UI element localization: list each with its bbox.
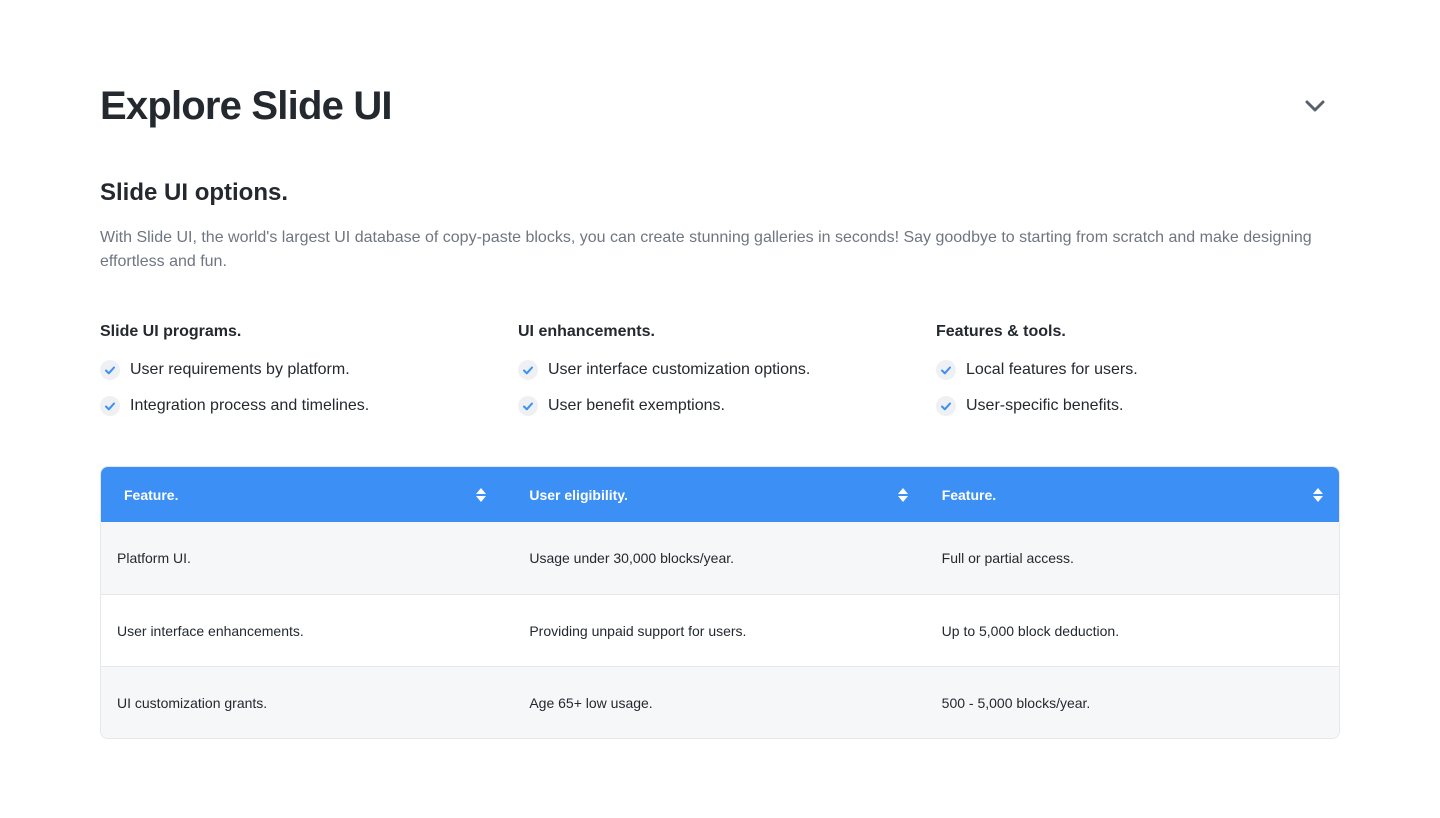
feature-list: User interface customization options. Us… [518, 358, 936, 418]
check-icon [518, 360, 538, 380]
table-cell: Age 65+ low usage. [529, 694, 653, 711]
feature-column-tools: Features & tools. Local features for use… [936, 320, 1354, 430]
column-header-label: Feature. [124, 486, 179, 503]
column-header-label: User eligibility. [529, 486, 628, 503]
table-cell: 500 - 5,000 blocks/year. [941, 694, 1091, 711]
feature-columns: Slide UI programs. User requirements by … [100, 320, 1360, 430]
feature-column-enhancements: UI enhancements. User interface customiz… [518, 320, 936, 430]
feature-item-label: User-specific benefits. [966, 397, 1124, 414]
sort-icon[interactable] [476, 487, 487, 502]
column-header-feature[interactable]: Feature. [101, 467, 513, 522]
column-header-label: Feature. [941, 486, 997, 503]
table-cell: Full or partial access. [941, 550, 1074, 566]
table-cell: Providing unpaid support for users. [529, 622, 747, 639]
sort-icon[interactable] [897, 487, 908, 502]
feature-item-label: User benefit exemptions. [548, 397, 725, 414]
table-body: Platform UI. Usage under 30,000 blocks/y… [101, 522, 1339, 738]
sort-icon[interactable] [1313, 487, 1323, 502]
check-icon [100, 396, 120, 416]
table-cell: Platform UI. [117, 550, 191, 566]
section-description: With Slide UI, the world's largest UI da… [100, 229, 1312, 270]
comparison-table: Feature. User eligibility. Feature. Plat… [100, 466, 1340, 739]
feature-item-label: User requirements by platform. [130, 361, 350, 378]
feature-column-heading: Features & tools. [936, 323, 1066, 340]
page-title: Explore Slide UI [100, 84, 393, 128]
feature-list: User requirements by platform. Integrati… [100, 358, 518, 418]
feature-column-heading: Slide UI programs. [100, 323, 242, 340]
check-icon [936, 396, 956, 416]
column-header-feature-2[interactable]: Feature. [926, 467, 1339, 522]
feature-item: User-specific benefits. [936, 394, 1354, 418]
feature-item: Local features for users. [936, 358, 1354, 382]
table-cell: Usage under 30,000 blocks/year. [529, 550, 735, 566]
feature-item: User requirements by platform. [100, 358, 518, 382]
feature-item-label: Integration process and timelines. [130, 397, 370, 414]
feature-item: Integration process and timelines. [100, 394, 518, 418]
feature-item-label: Local features for users. [966, 361, 1138, 378]
check-icon [936, 360, 956, 380]
table-row: Platform UI. Usage under 30,000 blocks/y… [101, 522, 1339, 594]
check-icon [100, 360, 120, 380]
table-cell: User interface enhancements. [117, 622, 304, 639]
table-cell: UI customization grants. [117, 694, 268, 711]
column-header-eligibility[interactable]: User eligibility. [513, 467, 925, 522]
table-row: User interface enhancements. Providing u… [101, 594, 1339, 666]
table-cell: Up to 5,000 block deduction. [941, 622, 1120, 639]
feature-item-label: User interface customization options. [548, 361, 811, 378]
section-title: Slide UI options. [100, 179, 289, 206]
check-icon [518, 396, 538, 416]
collapse-toggle-button[interactable] [1300, 92, 1330, 120]
feature-item: User interface customization options. [518, 358, 936, 382]
feature-list: Local features for users. User-specific … [936, 358, 1354, 418]
table-header-row: Feature. User eligibility. Feature. [101, 467, 1339, 522]
feature-item: User benefit exemptions. [518, 394, 936, 418]
feature-column-heading: UI enhancements. [518, 323, 655, 340]
table-row: UI customization grants. Age 65+ low usa… [101, 666, 1339, 738]
chevron-down-icon [1305, 100, 1325, 112]
feature-column-programs: Slide UI programs. User requirements by … [100, 320, 518, 430]
